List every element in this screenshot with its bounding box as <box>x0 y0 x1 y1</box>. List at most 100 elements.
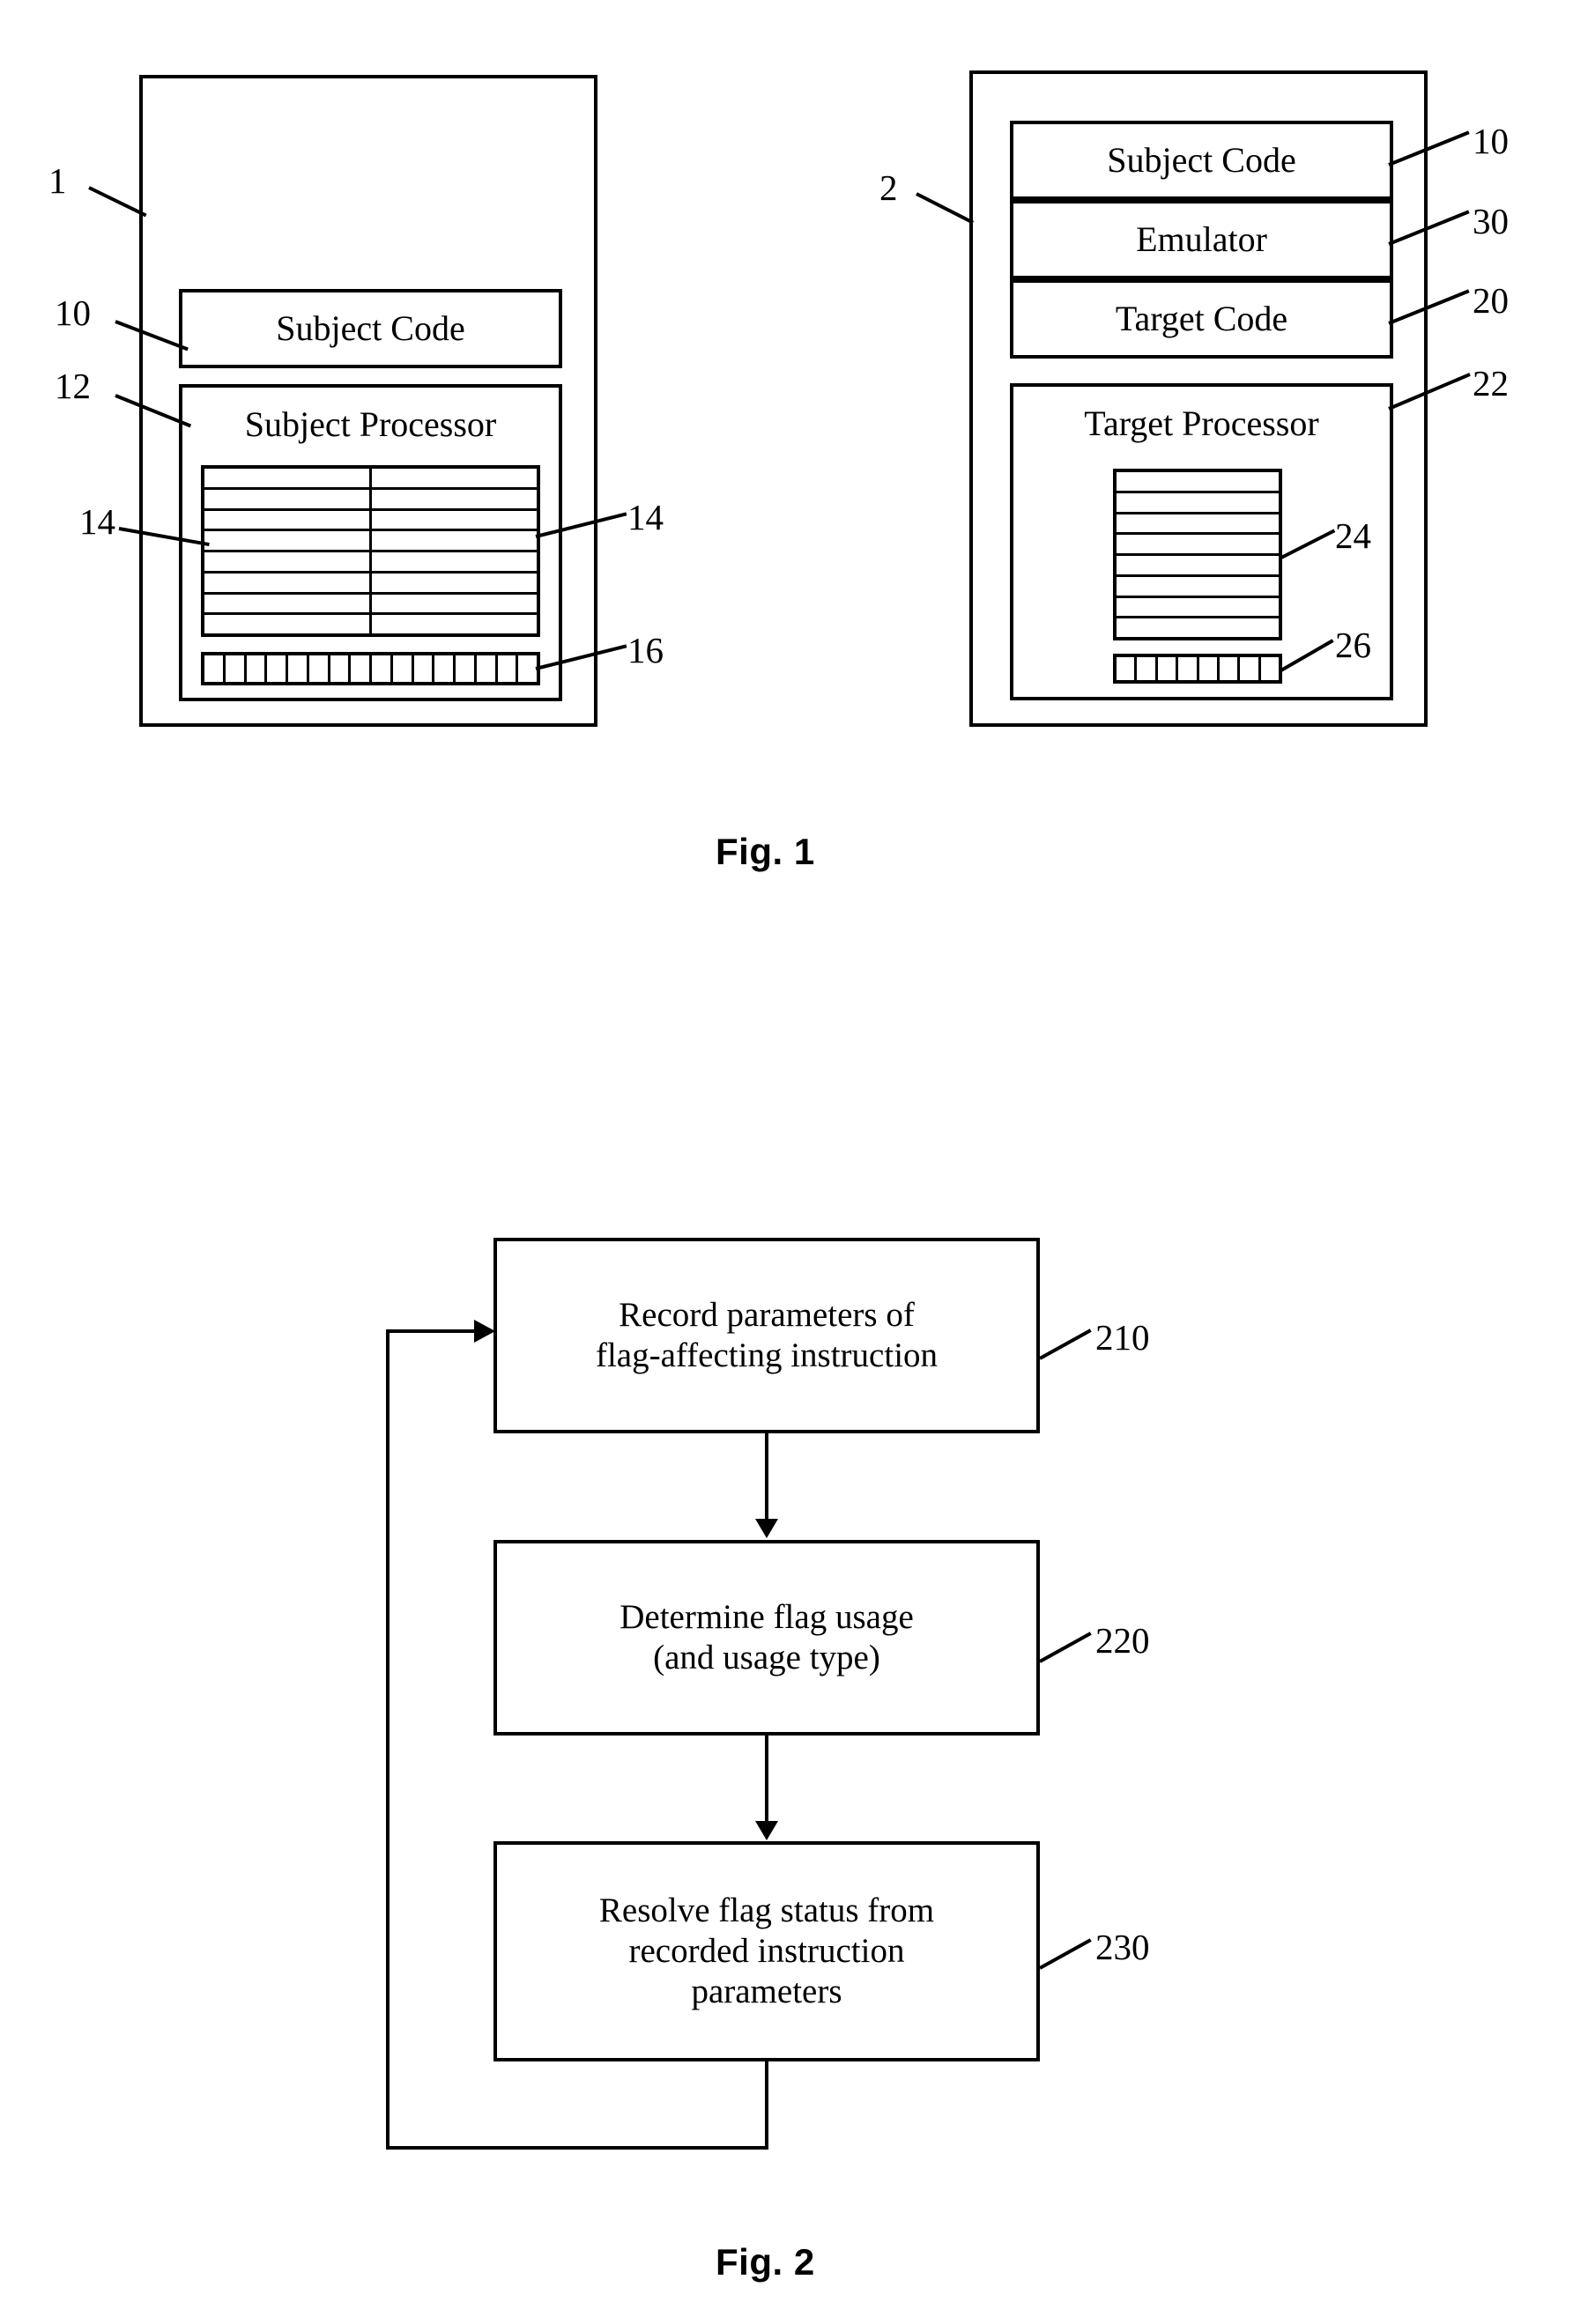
fig1-left-subject-processor-ref: 12 <box>55 366 91 406</box>
fig1-left-system-ref: 1 <box>48 160 67 201</box>
fig2-step-210-ref: 210 <box>1095 1317 1150 1358</box>
flag-cell <box>1178 657 1199 680</box>
register-cell <box>372 595 537 613</box>
fig2-step-230-ref: 230 <box>1095 1927 1150 1967</box>
flag-cell <box>226 655 247 682</box>
fig2-step-230-line2: recorded instruction <box>628 1931 905 1970</box>
register-cell <box>372 615 537 633</box>
flag-cell <box>498 655 519 682</box>
register-cell <box>1117 535 1279 553</box>
register-cell <box>204 469 372 487</box>
register-row <box>1117 514 1279 536</box>
register-row <box>1117 577 1279 598</box>
register-row <box>204 510 537 532</box>
fig1-right-subject-code-box: Subject Code <box>1010 121 1393 200</box>
fig1-left-flag-ref: 16 <box>627 630 664 670</box>
register-cell <box>204 615 372 633</box>
fig1-right-register-ref: 24 <box>1335 515 1371 556</box>
flag-cell <box>477 655 498 682</box>
fig2-step-210-leader <box>1039 1329 1092 1360</box>
flag-cell <box>1220 657 1241 680</box>
fig1-left-register-grid <box>201 465 540 637</box>
register-row <box>1117 618 1279 637</box>
fig1-right-register-grid <box>1113 469 1282 640</box>
flag-cell <box>414 655 435 682</box>
fig2-step-210-line1: Record parameters of <box>619 1295 915 1334</box>
register-cell <box>204 531 372 550</box>
flag-cell <box>518 655 537 682</box>
register-cell <box>204 510 372 529</box>
flag-cell <box>393 655 414 682</box>
fig1-right-flag-bar <box>1113 654 1282 684</box>
fig1-right-target-processor-ref: 22 <box>1473 363 1509 403</box>
fig1-right-subject-code-label: Subject Code <box>1107 140 1296 181</box>
flag-cell <box>309 655 330 682</box>
flag-cell <box>1137 657 1158 680</box>
figure1-caption: Fig. 1 <box>716 831 815 872</box>
register-row <box>1117 472 1279 493</box>
fig1-right-flag-ref: 26 <box>1335 625 1371 665</box>
fig1-right-target-processor-label: Target Processor <box>1084 403 1319 443</box>
fig2-step-230-box: Resolve flag status from recorded instru… <box>493 1841 1040 2061</box>
fig1-right-emulator-label: Emulator <box>1136 219 1267 260</box>
fig1-right-system-leader <box>916 192 975 225</box>
fig2-arrowhead-210-220 <box>755 1519 778 1538</box>
register-row <box>204 489 537 511</box>
fig1-left-subject-code-ref: 10 <box>55 292 91 333</box>
register-row <box>204 615 537 633</box>
flag-cell <box>456 655 477 682</box>
fig2-feedback-left-segment <box>386 1329 390 2150</box>
register-cell <box>372 490 537 508</box>
fig1-right-target-code-ref: 20 <box>1473 280 1509 321</box>
fig1-right-target-code-box: Target Code <box>1010 279 1393 359</box>
fig1-left-flag-bar <box>201 652 540 685</box>
fig1-right-emulator-box: Emulator <box>1010 200 1393 279</box>
flag-cell <box>330 655 352 682</box>
flag-cell <box>372 655 393 682</box>
fig1-right-emulator-ref: 30 <box>1473 201 1509 241</box>
register-cell <box>372 552 537 571</box>
register-cell <box>204 573 372 592</box>
flag-cell <box>247 655 268 682</box>
register-row <box>1117 493 1279 514</box>
register-cell <box>1117 514 1279 533</box>
register-row <box>1117 598 1279 619</box>
register-row <box>1117 556 1279 577</box>
flag-cell <box>267 655 288 682</box>
flag-cell <box>288 655 309 682</box>
fig2-step-230-line1: Resolve flag status from <box>598 1891 935 1929</box>
register-row <box>204 531 537 552</box>
flag-cell <box>204 655 226 682</box>
fig2-connector-220-230 <box>765 1736 768 1828</box>
flag-cell <box>1240 657 1261 680</box>
register-row <box>1117 535 1279 556</box>
register-cell <box>1117 493 1279 512</box>
fig1-left-register-ref-left: 14 <box>79 501 115 542</box>
register-cell <box>1117 598 1279 617</box>
flag-cell <box>351 655 372 682</box>
fig2-feedback-down-segment <box>765 2061 768 2150</box>
flag-cell <box>1261 657 1279 680</box>
register-cell <box>372 511 537 529</box>
fig1-right-target-code-label: Target Code <box>1115 299 1288 339</box>
fig2-step-220-line2: (and usage type) <box>653 1639 880 1676</box>
fig2-step-230-leader <box>1039 1938 1092 1970</box>
flag-cell <box>434 655 456 682</box>
fig2-step-210-box: Record parameters of flag-affecting inst… <box>493 1238 1040 1433</box>
flag-cell <box>1199 657 1220 680</box>
fig2-arrowhead-220-230 <box>755 1821 778 1840</box>
fig2-step-220-line1: Determine flag usage <box>620 1597 914 1636</box>
register-cell <box>372 531 537 550</box>
register-cell <box>1117 472 1279 491</box>
patent-figure-page: 1 Subject Code 10 Subject Processor 12 1… <box>0 0 1573 2324</box>
fig1-right-system-ref: 2 <box>879 167 898 208</box>
fig1-left-subject-code-box: Subject Code <box>179 289 562 368</box>
fig1-left-subject-code-label: Subject Code <box>276 308 465 349</box>
flag-cell <box>1158 657 1179 680</box>
figure2-caption: Fig. 2 <box>716 2241 815 2283</box>
register-row <box>204 573 537 595</box>
fig1-left-subject-processor-label: Subject Processor <box>244 404 497 444</box>
register-cell <box>1117 556 1279 574</box>
fig1-right-subject-code-ref: 10 <box>1473 121 1509 161</box>
fig1-left-system-leader <box>88 186 147 218</box>
